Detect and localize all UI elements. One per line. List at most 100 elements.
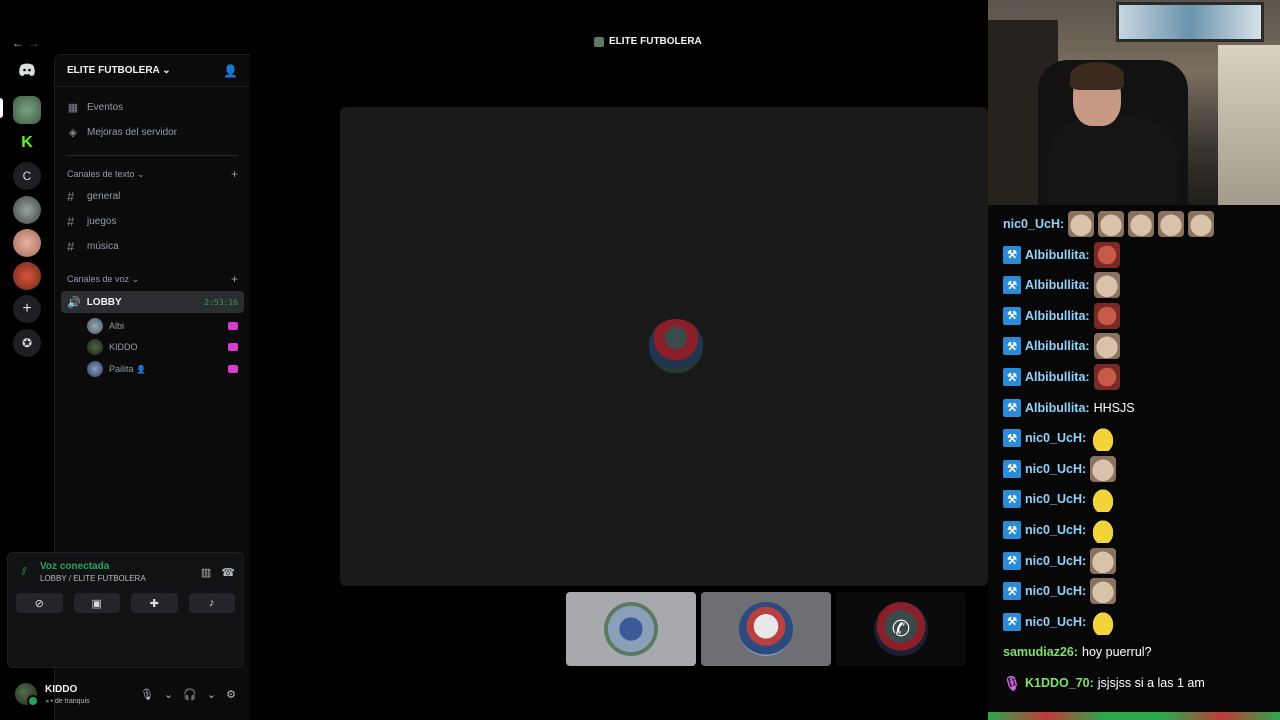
voice-member-kiddo[interactable]: KIDDO: [55, 337, 250, 359]
chat-username[interactable]: Albibullita:: [1025, 401, 1090, 415]
gear-icon[interactable]: ⚙: [226, 688, 236, 701]
chat-text: jsjsjss si a las 1 am: [1097, 676, 1205, 690]
chevron-down-icon[interactable]: ⌄: [207, 688, 216, 701]
screen-share-button[interactable]: ▣: [73, 593, 120, 613]
title-bar: ←→ ELITE FUTBOLERA: [0, 28, 988, 54]
participant-tile-3[interactable]: ✆: [836, 592, 966, 666]
channel-juegos[interactable]: # juegos: [55, 209, 250, 234]
chat-message: ⚒ nic0_UcH:: [1003, 486, 1117, 513]
server-avatar-4[interactable]: [13, 262, 41, 290]
signal-icon[interactable]: ⫽: [16, 566, 32, 579]
add-channel-icon[interactable]: +: [231, 167, 238, 181]
kick-icon: K: [21, 134, 33, 151]
add-channel-icon[interactable]: +: [231, 272, 238, 286]
discord-home-icon[interactable]: [13, 56, 41, 84]
category-voice-channels[interactable]: Canales de voz ⌄ +: [55, 269, 250, 289]
server-elite-futbolera[interactable]: [13, 96, 41, 124]
headphones-icon[interactable]: 🎧: [183, 688, 197, 701]
subscriber-badge-icon: ⚒: [1003, 306, 1021, 325]
webcam-painting: [1116, 2, 1264, 42]
server-icon-small: [594, 36, 604, 47]
chat-username[interactable]: Albibullita:: [1025, 309, 1090, 323]
chat-username[interactable]: nic0_UcH:: [1025, 462, 1086, 476]
cat-emote-icon: [1093, 333, 1120, 360]
disconnect-icon[interactable]: ☎: [221, 566, 235, 579]
chat-message: ⚒ nic0_UcH:: [1003, 517, 1117, 543]
cat-emote-icon: [1158, 211, 1185, 237]
activities-button[interactable]: ✚: [131, 593, 178, 613]
voice-member-pailita[interactable]: Pailita 👤: [55, 358, 250, 380]
member-name: Albi: [109, 320, 125, 331]
camera-off-icon: ⊘: [34, 597, 44, 610]
server-letter[interactable]: C: [13, 162, 41, 190]
chat-username[interactable]: samudiaz26:: [1003, 645, 1078, 659]
server-avatar-3[interactable]: [13, 229, 41, 257]
avatar: [87, 317, 103, 334]
chat-text: HHSJS: [1093, 400, 1135, 415]
chat-message: ⚒ Albibullita:: [1003, 241, 1120, 268]
cat-emote-icon: [1128, 211, 1155, 237]
activities-icon: ✚: [149, 597, 159, 610]
chat-message: ⚒ Albibullita:: [1003, 302, 1120, 329]
camera-off-button[interactable]: ⊘: [16, 593, 63, 613]
chevron-down-icon[interactable]: ⌄: [164, 688, 173, 701]
participant-tile-2[interactable]: [701, 592, 831, 666]
channel-label: juegos: [87, 216, 117, 227]
user-name[interactable]: KIDDO: [45, 684, 132, 695]
chat-username[interactable]: K1DDO_70:: [1025, 676, 1094, 690]
soundboard-button[interactable]: ♪: [188, 593, 235, 613]
server-kick[interactable]: K: [13, 129, 41, 157]
stream-chat: nic0_UcH: ⚒ Albibullita: ⚒ Albibullita: ⚒ Albi…: [988, 205, 1280, 720]
sidebar-item-label: Mejoras del servidor: [87, 127, 178, 138]
chat-username[interactable]: Albibullita:: [1025, 370, 1090, 384]
divider: [67, 155, 238, 156]
hash-icon: #: [67, 239, 75, 254]
chat-username[interactable]: Albibullita:: [1025, 248, 1090, 262]
voice-status[interactable]: Voz conectada: [40, 561, 193, 572]
server-name: ELITE FUTBOLERA ⌄: [67, 65, 171, 76]
webcam-overlay: [988, 0, 1280, 205]
microphone-icon[interactable]: 🎙: [140, 688, 154, 701]
server-header[interactable]: ELITE FUTBOLERA ⌄ 👤: [55, 55, 250, 87]
chat-username[interactable]: nic0_UcH:: [1025, 523, 1086, 537]
participant-tile-1[interactable]: [566, 592, 696, 666]
category-label: Canales de voz: [67, 273, 130, 284]
sidebar-item-eventos[interactable]: ▦ Eventos: [55, 95, 250, 120]
sidebar-item-mejoras[interactable]: ◈ Mejoras del servidor: [55, 120, 250, 145]
forward-arrow-icon[interactable]: →: [28, 36, 44, 50]
chat-username[interactable]: nic0_UcH:: [1003, 217, 1064, 231]
channel-general[interactable]: # general: [55, 184, 250, 209]
back-arrow-icon[interactable]: ←: [12, 36, 28, 50]
explore-servers-icon[interactable]: ✪: [13, 329, 41, 357]
chat-username[interactable]: nic0_UcH:: [1025, 584, 1086, 598]
noise-suppression-icon[interactable]: ▥: [201, 566, 211, 579]
chat-username[interactable]: Albibullita:: [1025, 339, 1090, 353]
chat-username[interactable]: Albibullita:: [1025, 278, 1090, 292]
subscriber-badge-icon: ⚒: [1003, 429, 1021, 448]
subscriber-badge-icon: ⚒: [1003, 612, 1021, 631]
voice-connection-panel: ⫽ Voz conectada LOBBY / ELITE FUTBOLERA …: [7, 552, 244, 668]
channel-musica[interactable]: # música: [55, 234, 250, 259]
webcam-person-body: [1048, 118, 1178, 205]
cat-emote-icon: [1090, 547, 1117, 574]
discord-window: ←→ ELITE FUTBOLERA K C + ✪ ELITE FUTBOLE…: [0, 0, 988, 720]
chat-username[interactable]: nic0_UcH:: [1025, 554, 1086, 568]
chat-message: nic0_UcH:: [1003, 211, 1215, 237]
subscriber-badge-icon: ⚒: [1003, 337, 1021, 356]
add-server-icon[interactable]: +: [13, 295, 41, 323]
server-avatar-2[interactable]: [13, 196, 41, 224]
voice-member-albi[interactable]: Albi: [55, 315, 250, 337]
chevron-down-icon: ⌄: [162, 65, 171, 76]
category-text-channels[interactable]: Canales de texto ⌄ +: [55, 164, 250, 184]
chat-message: 🎙 K1DDO_70: jsjsjss si a las 1 am: [1003, 670, 1205, 696]
cat-emote-icon: [1068, 211, 1095, 237]
game-activity-icon: [228, 364, 238, 373]
calendar-icon: ▦: [67, 102, 79, 114]
chat-username[interactable]: nic0_UcH:: [1025, 492, 1086, 506]
invite-people-icon[interactable]: 👤: [223, 64, 238, 78]
chat-text: hoy puerrul?: [1082, 645, 1152, 660]
chat-username[interactable]: nic0_UcH:: [1025, 431, 1086, 445]
voice-channel-lobby[interactable]: 🔊 LOBBY 2:53:16: [61, 291, 244, 313]
avatar[interactable]: [15, 683, 39, 707]
chat-username[interactable]: nic0_UcH:: [1025, 615, 1086, 629]
